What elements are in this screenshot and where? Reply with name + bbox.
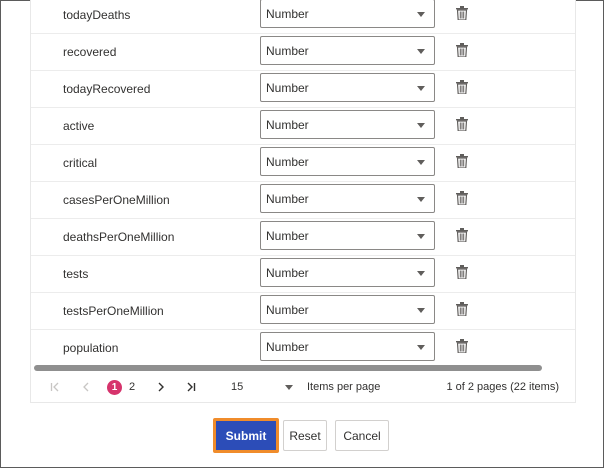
field-type-select[interactable]: Number [260,36,435,65]
field-type-select[interactable]: Number [260,295,435,324]
field-name: todayDeaths [63,7,131,22]
chevron-down-icon [417,123,425,128]
page-button[interactable]: 2 [126,372,138,402]
field-mapping-panel: todayDeaths Number recovered Number toda… [30,0,576,403]
chevron-down-icon [417,345,425,350]
trash-icon[interactable] [456,80,468,94]
chevron-down-icon [417,197,425,202]
table-row: todayRecovered Number [31,70,575,108]
field-name: recovered [63,44,117,59]
field-type-value: Number [266,228,309,243]
horizontal-scrollbar[interactable] [31,364,575,372]
trash-icon[interactable] [456,191,468,205]
field-name: population [63,340,119,355]
table-row: active Number [31,107,575,145]
field-type-value: Number [266,191,309,206]
chevron-down-icon [417,234,425,239]
chevron-down-icon[interactable] [285,385,293,390]
last-page-icon[interactable] [185,381,197,393]
field-type-select[interactable]: Number [260,0,435,28]
trash-icon[interactable] [456,302,468,316]
field-name: tests [63,266,89,281]
chevron-down-icon [417,308,425,313]
cancel-button[interactable]: Cancel [335,420,389,451]
chevron-down-icon [417,12,425,17]
field-name: deathsPerOneMillion [63,229,175,244]
reset-button[interactable]: Reset [283,420,327,451]
field-type-select[interactable]: Number [260,258,435,287]
trash-icon[interactable] [456,154,468,168]
field-type-value: Number [266,43,309,58]
next-page-icon[interactable] [155,381,167,393]
trash-icon[interactable] [456,6,468,20]
table-row: tests Number [31,255,575,293]
field-type-value: Number [266,302,309,317]
field-type-value: Number [266,154,309,169]
field-type-select[interactable]: Number [260,147,435,176]
field-type-select[interactable]: Number [260,332,435,361]
field-name: casesPerOneMillion [63,192,170,207]
trash-icon[interactable] [456,339,468,353]
field-name: critical [63,155,98,170]
previous-page-icon[interactable] [80,381,92,393]
field-name: testsPerOneMillion [63,303,164,318]
table-row: testsPerOneMillion Number [31,292,575,330]
chevron-down-icon [417,49,425,54]
scrollbar-thumb[interactable] [34,365,542,371]
field-type-value: Number [266,117,309,132]
table-row: todayDeaths Number [31,0,575,34]
field-type-select[interactable]: Number [260,221,435,250]
field-type-value: Number [266,265,309,280]
table-row: population Number [31,329,575,366]
page-button-current[interactable]: 1 [107,380,122,395]
first-page-icon[interactable] [49,381,61,393]
field-type-value: Number [266,80,309,95]
field-type-value: Number [266,339,309,354]
submit-button[interactable]: Submit [213,418,279,453]
pagination-info: 1 of 2 pages (22 items) [446,381,559,393]
field-name: todayRecovered [63,81,151,96]
chevron-down-icon [417,271,425,276]
field-type-select[interactable]: Number [260,73,435,102]
trash-icon[interactable] [456,117,468,131]
trash-icon[interactable] [456,43,468,57]
field-name: active [63,118,95,133]
field-type-value: Number [266,6,309,21]
table-row: recovered Number [31,33,575,71]
items-per-page-label: Items per page [307,381,381,393]
table-row: deathsPerOneMillion Number [31,218,575,256]
field-type-select[interactable]: Number [260,110,435,139]
trash-icon[interactable] [456,228,468,242]
chevron-down-icon [417,86,425,91]
pagination-bar: 1 2 15 Items per page 1 of 2 pages (22 i… [31,372,575,402]
field-type-select[interactable]: Number [260,184,435,213]
table-row: casesPerOneMillion Number [31,181,575,219]
trash-icon[interactable] [456,265,468,279]
chevron-down-icon [417,160,425,165]
table-row: critical Number [31,144,575,182]
page-size-value[interactable]: 15 [231,372,243,402]
